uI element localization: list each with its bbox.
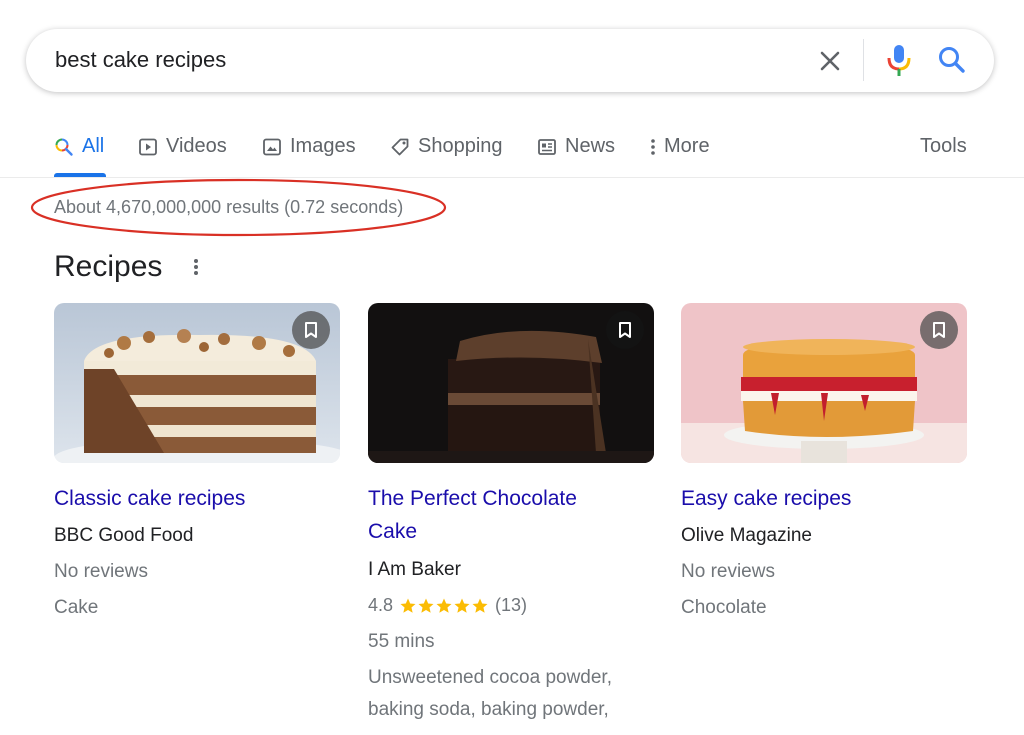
star-icon — [454, 598, 470, 613]
video-icon — [139, 138, 157, 156]
recipe-reviews: No reviews — [681, 561, 775, 582]
clear-search-button[interactable] — [815, 46, 845, 76]
search-box-divider — [863, 39, 864, 81]
save-recipe-button[interactable] — [920, 311, 958, 349]
rating-stars — [399, 597, 489, 615]
bookmark-icon — [619, 322, 631, 338]
tab-more[interactable]: More — [648, 125, 710, 177]
save-recipe-button[interactable] — [606, 311, 644, 349]
recipe-title-line-2[interactable]: Cake — [368, 515, 417, 548]
tab-news-label: News — [565, 135, 616, 157]
star-icon — [418, 598, 434, 613]
tab-all[interactable]: All — [54, 125, 106, 177]
recipe-source: I Am Baker — [368, 559, 461, 580]
search-box — [26, 29, 994, 92]
recipe-title-line-1[interactable]: The Perfect Chocolate — [368, 482, 577, 515]
rating-value: 4.8 — [368, 595, 394, 615]
rating-count: (13) — [495, 595, 528, 615]
recipe-time: 55 mins — [368, 631, 435, 652]
tools-button[interactable]: Tools — [920, 125, 967, 177]
tab-images[interactable]: Images — [262, 125, 356, 177]
recipe-category: Cake — [54, 597, 99, 618]
bookmark-icon — [933, 322, 945, 338]
microphone-icon — [887, 45, 911, 76]
voice-search-button[interactable] — [884, 43, 914, 77]
search-tabs: All Videos Images Shopping News More Too… — [0, 125, 1024, 177]
search-button[interactable] — [936, 44, 968, 76]
recipe-category: Chocolate — [681, 597, 767, 618]
tab-shopping-label: Shopping — [418, 135, 503, 157]
recipes-heading: Recipes — [54, 250, 163, 283]
tab-more-label: More — [664, 135, 710, 157]
ingredients-line-2: baking soda, baking powder, — [368, 699, 609, 720]
tab-news[interactable]: News — [537, 125, 615, 177]
recipe-rating: 4.8 (13) — [368, 595, 527, 616]
recipe-source: Olive Magazine — [681, 525, 812, 546]
recipe-title[interactable]: Easy cake recipes — [681, 482, 851, 515]
tab-videos-label: Videos — [166, 135, 227, 157]
recipe-reviews: No reviews — [54, 561, 148, 582]
save-recipe-button[interactable] — [292, 311, 330, 349]
section-options-icon[interactable] — [186, 255, 206, 279]
tabs-divider — [0, 177, 1024, 178]
tab-videos[interactable]: Videos — [138, 125, 227, 177]
more-vert-icon — [651, 139, 655, 155]
close-icon — [820, 51, 840, 71]
search-input[interactable] — [55, 47, 755, 73]
star-icon — [400, 598, 416, 613]
search-icon — [939, 47, 965, 73]
newspaper-icon — [538, 139, 556, 155]
recipe-source: BBC Good Food — [54, 525, 194, 546]
tools-label: Tools — [920, 135, 967, 157]
star-icon — [472, 598, 488, 613]
search-icon — [55, 138, 73, 156]
star-icon — [436, 598, 452, 613]
image-icon — [263, 138, 281, 156]
recipe-ingredients: Unsweetened cocoa powder, baking soda, b… — [368, 662, 638, 726]
recipe-title[interactable]: Classic cake recipes — [54, 482, 245, 515]
tab-shopping[interactable]: Shopping — [390, 125, 503, 177]
results-stats: About 4,670,000,000 results (0.72 second… — [54, 197, 404, 217]
tab-images-label: Images — [290, 135, 356, 157]
tab-all-label: All — [82, 135, 105, 157]
ingredients-line-1: Unsweetened cocoa powder, — [368, 667, 612, 688]
tag-icon — [391, 138, 409, 156]
bookmark-icon — [305, 322, 317, 338]
